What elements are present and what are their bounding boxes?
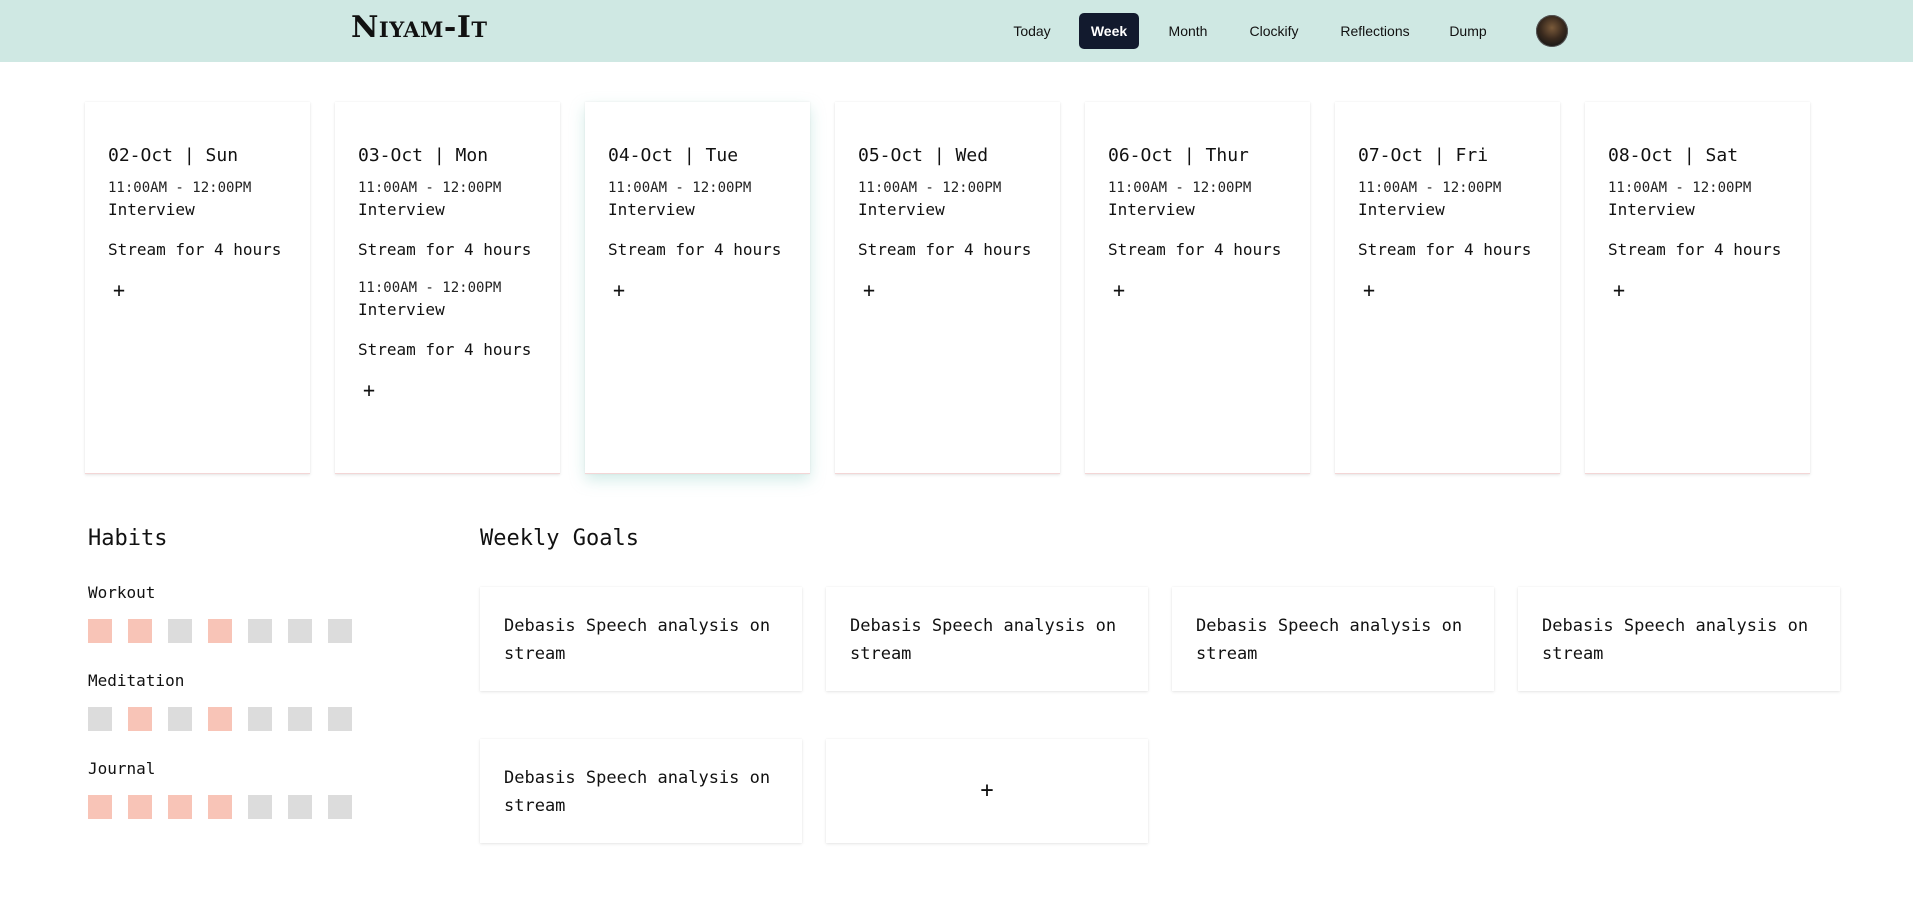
habit-name: Meditation xyxy=(88,671,185,690)
event-title[interactable]: Interview xyxy=(608,198,810,222)
habit-day-done[interactable] xyxy=(168,795,192,819)
add-event-button[interactable]: + xyxy=(857,278,881,302)
habit-day-pending[interactable] xyxy=(328,707,352,731)
habits-title: Habits xyxy=(88,526,168,551)
habit-day-done[interactable] xyxy=(208,795,232,819)
day-title: 03-Oct | Mon xyxy=(358,145,489,166)
habit-day-pending[interactable] xyxy=(328,795,352,819)
day-title: 06-Oct | Thur xyxy=(1108,145,1249,166)
event-task[interactable]: Stream for 4 hours xyxy=(358,238,560,262)
habit-day-pending[interactable] xyxy=(168,619,192,643)
event-task[interactable]: Stream for 4 hours xyxy=(108,238,310,262)
nav-today[interactable]: Today xyxy=(1002,13,1062,49)
habit-day-pending[interactable] xyxy=(288,707,312,731)
goal-card[interactable]: Debasis Speech analysis on stream xyxy=(480,739,802,843)
day-card: 03-Oct | Mon 11:00AM - 12:00PM Interview… xyxy=(335,102,560,474)
event-title[interactable]: Interview xyxy=(1358,198,1560,222)
day-title: 07-Oct | Fri xyxy=(1358,145,1489,166)
add-goal-button[interactable]: + xyxy=(826,739,1148,843)
add-event-button[interactable]: + xyxy=(1607,278,1631,302)
add-event-button[interactable]: + xyxy=(107,278,131,302)
event-title[interactable]: Interview xyxy=(1608,198,1810,222)
day-card: 05-Oct | Wed 11:00AM - 12:00PM Interview… xyxy=(835,102,1060,474)
nav-clockify[interactable]: Clockify xyxy=(1236,13,1312,49)
goal-card[interactable]: Debasis Speech analysis on stream xyxy=(1172,587,1494,691)
event-task[interactable]: Stream for 4 hours xyxy=(1608,238,1810,262)
event-time: 11:00AM - 12:00PM xyxy=(358,180,502,196)
day-card: 06-Oct | Thur 11:00AM - 12:00PM Intervie… xyxy=(1085,102,1310,474)
habit-day-done[interactable] xyxy=(128,619,152,643)
event-task[interactable]: Stream for 4 hours xyxy=(858,238,1060,262)
main-nav: Today Week Month Clockify Reflections Du… xyxy=(0,13,1913,49)
event-task[interactable]: Stream for 4 hours xyxy=(608,238,810,262)
habit-day-pending[interactable] xyxy=(328,619,352,643)
event-title[interactable]: Interview xyxy=(108,198,310,222)
weekly-goals-title: Weekly Goals xyxy=(480,526,639,551)
day-title: 05-Oct | Wed xyxy=(858,145,989,166)
habit-day-done[interactable] xyxy=(88,795,112,819)
habit-day-done[interactable] xyxy=(88,619,112,643)
add-event-button[interactable]: + xyxy=(1357,278,1381,302)
day-title: 04-Oct | Tue xyxy=(608,145,739,166)
habit-day-done[interactable] xyxy=(208,619,232,643)
event-title[interactable]: Interview xyxy=(358,298,560,322)
event-time: 11:00AM - 12:00PM xyxy=(108,180,252,196)
day-card: 07-Oct | Fri 11:00AM - 12:00PM Interview… xyxy=(1335,102,1560,474)
nav-dump[interactable]: Dump xyxy=(1440,13,1496,49)
event-title[interactable]: Interview xyxy=(358,198,560,222)
habit-day-pending[interactable] xyxy=(248,619,272,643)
nav-month[interactable]: Month xyxy=(1158,13,1218,49)
habit-day-pending[interactable] xyxy=(248,795,272,819)
habit-day-pending[interactable] xyxy=(168,707,192,731)
habit-day-pending[interactable] xyxy=(288,795,312,819)
habit-day-done[interactable] xyxy=(128,795,152,819)
add-event-button[interactable]: + xyxy=(357,378,381,402)
event-task[interactable]: Stream for 4 hours xyxy=(358,338,560,362)
event-title[interactable]: Interview xyxy=(1108,198,1310,222)
goal-card[interactable]: Debasis Speech analysis on stream xyxy=(1518,587,1840,691)
habit-day-pending[interactable] xyxy=(88,707,112,731)
day-title: 08-Oct | Sat xyxy=(1608,145,1739,166)
habit-name: Journal xyxy=(88,759,156,778)
user-avatar[interactable] xyxy=(1536,15,1568,47)
event-time: 11:00AM - 12:00PM xyxy=(1108,180,1252,196)
habit-name: Workout xyxy=(88,583,156,602)
event-task[interactable]: Stream for 4 hours xyxy=(1108,238,1310,262)
app-header: Niyam-It Today Week Month Clockify Refle… xyxy=(0,0,1913,62)
event-time: 11:00AM - 12:00PM xyxy=(608,180,752,196)
day-card-today: 04-Oct | Tue 11:00AM - 12:00PM Interview… xyxy=(585,102,810,474)
goal-card[interactable]: Debasis Speech analysis on stream xyxy=(826,587,1148,691)
day-card: 02-Oct | Sun 11:00AM - 12:00PM Interview… xyxy=(85,102,310,474)
habit-day-pending[interactable] xyxy=(248,707,272,731)
habit-day-done[interactable] xyxy=(208,707,232,731)
event-time: 11:00AM - 12:00PM xyxy=(858,180,1002,196)
event-title[interactable]: Interview xyxy=(858,198,1060,222)
event-time: 11:00AM - 12:00PM xyxy=(1608,180,1752,196)
add-event-button[interactable]: + xyxy=(1107,278,1131,302)
event-time: 11:00AM - 12:00PM xyxy=(358,280,502,296)
day-card: 08-Oct | Sat 11:00AM - 12:00PM Interview… xyxy=(1585,102,1810,474)
goal-card[interactable]: Debasis Speech analysis on stream xyxy=(480,587,802,691)
day-title: 02-Oct | Sun xyxy=(108,145,239,166)
add-event-button[interactable]: + xyxy=(607,278,631,302)
nav-reflections[interactable]: Reflections xyxy=(1329,13,1421,49)
habit-day-pending[interactable] xyxy=(288,619,312,643)
event-time: 11:00AM - 12:00PM xyxy=(1358,180,1502,196)
event-task[interactable]: Stream for 4 hours xyxy=(1358,238,1560,262)
nav-week[interactable]: Week xyxy=(1079,13,1139,49)
habit-day-done[interactable] xyxy=(128,707,152,731)
